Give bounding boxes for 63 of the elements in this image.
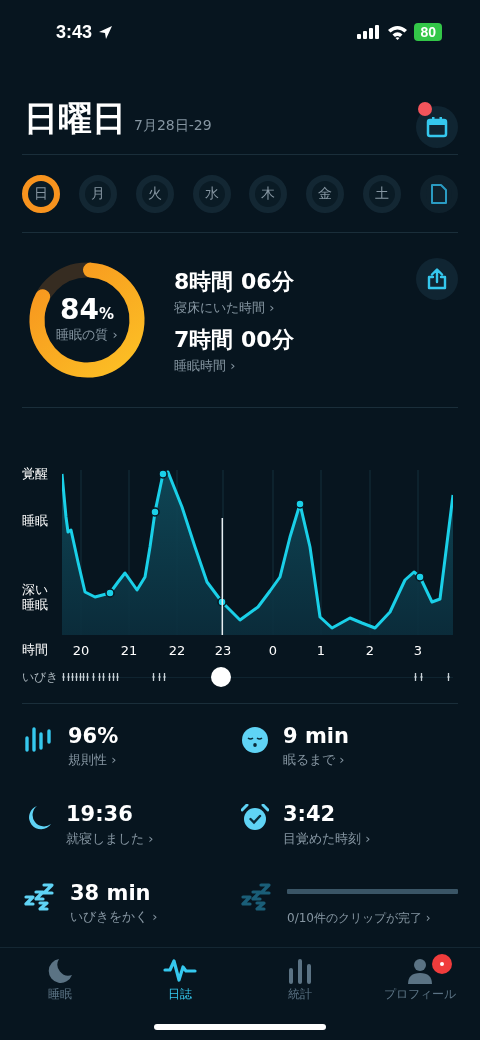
day-title: 日曜日: [24, 97, 126, 140]
tab-bar-item[interactable]: 日誌: [120, 948, 240, 1010]
hour-label: 22: [168, 643, 186, 658]
day-tab[interactable]: 日: [22, 175, 60, 213]
stat-link[interactable]: 規則性 ›: [68, 751, 117, 770]
hour-label: 2: [365, 643, 375, 658]
hour-label: 23: [214, 643, 232, 658]
status-time: 3:43: [56, 21, 93, 43]
hour-label: 20: [72, 643, 90, 658]
duration-link[interactable]: 睡眠時間 ›: [174, 357, 236, 375]
tab-bar-item[interactable]: プロフィール: [360, 948, 480, 1010]
tab-bar-item[interactable]: 睡眠: [0, 948, 120, 1010]
stat-value: 9 min: [283, 724, 349, 750]
wifi-icon: [387, 24, 409, 40]
hour-label: 3: [413, 643, 423, 658]
hour-label: 21: [120, 643, 138, 658]
share-button[interactable]: [416, 258, 458, 300]
stat-value: 3:42: [283, 802, 336, 828]
stat-link[interactable]: 眠るまで ›: [283, 751, 345, 770]
day-tab[interactable]: 水: [192, 175, 231, 213]
share-icon: [427, 268, 447, 290]
alarm-clock-icon: [241, 804, 269, 833]
location-arrow-icon: [98, 24, 114, 40]
stat-link[interactable]: 目覚めた時刻 ›: [283, 829, 371, 848]
duration-value: 7時間 00分: [174, 326, 294, 354]
day-tab[interactable]: 木: [249, 175, 288, 213]
day-tab[interactable]: 金: [306, 175, 345, 213]
duration-link[interactable]: 寝床にいた時間 ›: [174, 299, 275, 317]
duration-value: 8時間 06分: [174, 268, 294, 296]
signal-icon: [357, 25, 382, 39]
stat-value: 96%: [68, 724, 119, 750]
zzz-icon: [24, 882, 56, 911]
stage-label: 深い睡眠: [22, 583, 48, 613]
hour-label: 0: [268, 643, 278, 658]
snore-label: いびき: [22, 669, 59, 685]
person-icon: [407, 958, 433, 984]
wave-icon: [163, 958, 197, 984]
report-button[interactable]: [419, 175, 458, 213]
day-tab[interactable]: 火: [135, 175, 174, 213]
sleepy-face-icon: [241, 726, 269, 754]
calendar-icon: [426, 116, 448, 138]
playhead-handle[interactable]: [211, 667, 232, 687]
day-tab[interactable]: 土: [363, 175, 402, 213]
stage-label: 覚醒: [22, 467, 48, 482]
stat-value: 38 min: [70, 880, 151, 906]
stat-link[interactable]: 0/10件のクリップが完了 ›: [287, 909, 431, 927]
sleep-quality-link[interactable]: 睡眠の質 ›: [56, 326, 118, 344]
stat-link[interactable]: 就寝しました ›: [66, 829, 154, 848]
battery-icon: 80: [414, 23, 442, 41]
stage-label: 睡眠: [22, 514, 48, 529]
tab-bar-item[interactable]: 統計: [240, 948, 360, 1010]
zzz-icon: [241, 882, 273, 911]
moon-icon: [47, 958, 73, 984]
bars-icon: [24, 726, 54, 754]
axis-title: 時間: [22, 641, 49, 659]
day-tab[interactable]: 月: [78, 175, 117, 213]
stat-value: 19:36: [66, 802, 133, 828]
document-icon: [430, 184, 447, 204]
stat-link[interactable]: いびきをかく ›: [70, 907, 158, 926]
sleep-score: 84%: [60, 296, 114, 324]
hour-label: 1: [316, 643, 326, 658]
date-range: 7月28日-29: [134, 117, 212, 135]
bar-chart-icon: [287, 958, 313, 984]
